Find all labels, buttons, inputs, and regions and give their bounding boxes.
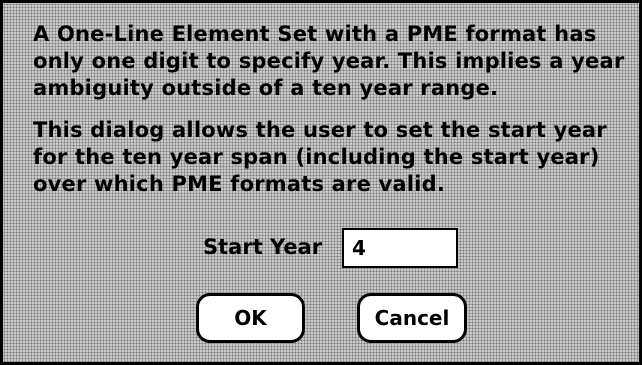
- description-line: A One-Line Element Set with a PME format…: [33, 22, 597, 46]
- pme-start-year-dialog: A One-Line Element Set with a PME format…: [0, 0, 642, 365]
- instruction-text: This dialog allows the user to set the s…: [33, 117, 633, 198]
- start-year-label: Start Year: [203, 235, 323, 259]
- cancel-button[interactable]: Cancel: [357, 293, 467, 343]
- description-line: only one digit to specify year. This imp…: [33, 49, 625, 73]
- instruction-line: over which PME formats are valid.: [33, 172, 445, 196]
- ok-button[interactable]: OK: [196, 293, 305, 343]
- instruction-line: This dialog allows the user to set the s…: [33, 118, 607, 142]
- description-line: ambiguity outside of a ten year range.: [33, 76, 499, 100]
- description-text: A One-Line Element Set with a PME format…: [33, 21, 633, 102]
- start-year-input[interactable]: [342, 228, 458, 268]
- instruction-line: for the ten year span (including the sta…: [33, 145, 600, 169]
